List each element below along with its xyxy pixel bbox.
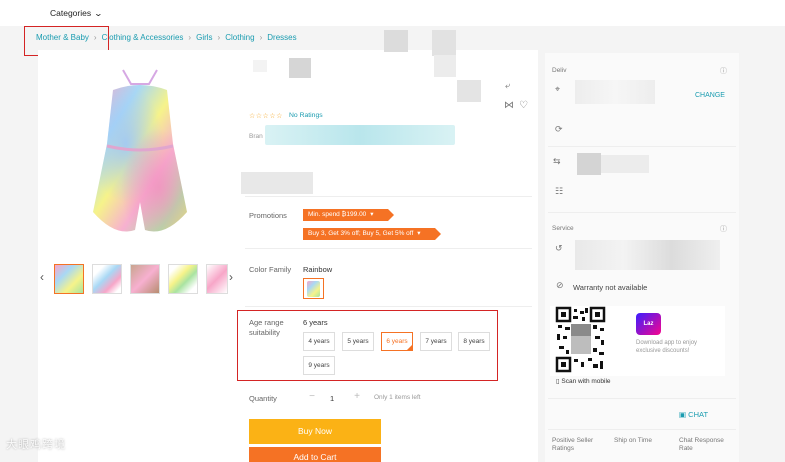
voucher-icon: ☷ [555, 186, 564, 196]
chat-label: CHAT [688, 410, 709, 419]
quantity-label: Quantity [249, 394, 277, 403]
lazada-app-icon: Laz [636, 313, 661, 335]
stock-note: Only 1 items left [374, 394, 421, 401]
blurred-brand [265, 125, 455, 145]
change-address-link[interactable]: CHANGE [695, 92, 725, 99]
swatch-image [307, 281, 320, 297]
divider [245, 248, 532, 249]
seller-metric-chat-response: Chat Response Rate [679, 437, 724, 453]
blurred-block [457, 80, 481, 102]
add-to-cart-button[interactable]: Add to Cart [249, 447, 381, 462]
chevron-right-icon: › [259, 33, 263, 43]
seller-metric-label: Ratings [552, 445, 575, 452]
no-ratings-link[interactable]: No Ratings [289, 112, 323, 119]
chat-button[interactable]: ▣ CHAT [679, 410, 708, 419]
scan-text-label: Scan with mobile [561, 378, 611, 385]
divider [245, 196, 532, 197]
breadcrumb-item-girls[interactable]: Girls [196, 33, 212, 42]
chat-icon: ▣ [679, 410, 689, 419]
divider [548, 146, 736, 147]
brand-label: Bran [249, 133, 263, 140]
color-value: Rainbow [303, 265, 333, 274]
color-family-label: Color Family [249, 265, 292, 274]
thumbnail-4[interactable] [168, 264, 198, 294]
thumbnail-strip: ‹ › [38, 262, 238, 296]
chevron-down-icon: ▾ [417, 230, 421, 237]
scan-with-mobile-text: ▯ Scan with mobile [556, 377, 611, 385]
blurred-block [289, 58, 311, 78]
product-main-image[interactable] [45, 62, 235, 252]
categories-label: Categories [50, 8, 92, 18]
location-pin-icon: ⌖ [555, 84, 561, 94]
promo-tag-bundle[interactable]: Buy 3, Get 3% off; Buy 5, Get 5% off ▾ [303, 228, 441, 240]
thumbnail-2[interactable] [92, 264, 122, 294]
quantity-minus-button[interactable]: − [305, 390, 319, 404]
blurred-block [577, 153, 601, 175]
top-bar: Categories ⌄ [0, 0, 785, 26]
cash-on-delivery-icon: ⇆ [553, 156, 561, 166]
chevron-down-icon: ▾ [370, 211, 374, 218]
divider [548, 398, 736, 399]
seller-metric-label: Positive Seller [552, 437, 594, 444]
warranty-off-icon: ⊘ [556, 280, 564, 290]
seller-metric-label: Rate [679, 445, 693, 452]
delivery-option-icon: ⟳ [555, 124, 563, 134]
blurred-block [253, 60, 267, 72]
breadcrumb-item-clothing[interactable]: Clothing [225, 33, 254, 42]
seller-metric-ship-on-time: Ship on Time [614, 437, 652, 445]
chevron-right-icon: › [188, 33, 192, 43]
blurred-price [241, 172, 313, 194]
seller-metric-label: Ship on Time [614, 437, 652, 444]
thumbnail-1[interactable] [54, 264, 84, 294]
download-app-text: Download app to enjoy exclusive discount… [636, 340, 698, 354]
blurred-block [432, 30, 456, 56]
breadcrumb-item-dresses[interactable]: Dresses [267, 33, 296, 42]
seller-metric-label: Chat Response [679, 437, 724, 444]
rating-stars: ☆☆☆☆☆ [249, 113, 283, 120]
quantity-plus-button[interactable]: + [350, 390, 364, 404]
chevron-right-icon[interactable]: › [229, 270, 233, 284]
qr-code[interactable] [555, 306, 606, 374]
promo-tag-text: Buy 3, Get 3% off; Buy 5, Get 5% off [308, 230, 414, 237]
seller-metric-positive-ratings: Positive Seller Ratings [552, 437, 593, 453]
info-icon[interactable]: ⓘ [720, 224, 727, 234]
divider [548, 429, 736, 430]
thumbnail-3[interactable] [130, 264, 160, 294]
info-icon[interactable]: ⓘ [720, 66, 727, 76]
chevron-down-icon: ⌄ [93, 9, 104, 18]
chevron-right-icon: › [217, 33, 221, 43]
warranty-text: Warranty not available [573, 283, 648, 292]
divider [548, 212, 736, 213]
highlight-box-age-range [237, 310, 498, 381]
delivery-label: Deliv [552, 67, 567, 74]
divider [245, 306, 532, 307]
quantity-value[interactable]: 1 [330, 394, 334, 403]
promo-tag-text: Min. spend ₿199.00 [308, 211, 367, 218]
blurred-address [575, 80, 655, 104]
categories-menu[interactable]: Categories ⌄ [50, 8, 104, 18]
feedback-icon[interactable]: ⤶ [505, 80, 510, 91]
buy-now-button[interactable]: Buy Now [249, 419, 381, 444]
service-label: Service [552, 225, 574, 232]
blurred-block [434, 55, 456, 77]
return-policy-icon: ↺ [555, 243, 563, 253]
blurred-block [384, 30, 408, 52]
watermark: 大眼鸡跨境 [6, 439, 66, 451]
blurred-service [575, 240, 720, 270]
breadcrumb-item-clothing-accessories[interactable]: Clothing & Accessories [102, 33, 184, 42]
thumbnail-5[interactable] [206, 264, 228, 294]
promo-tag-min-spend[interactable]: Min. spend ₿199.00 ▾ [303, 209, 394, 221]
promotions-label: Promotions [249, 211, 287, 220]
share-icon[interactable]: ⋈ [504, 100, 514, 111]
chevron-left-icon[interactable]: ‹ [40, 270, 44, 284]
heart-icon[interactable]: ♡ [519, 100, 528, 111]
blurred-block [601, 155, 649, 173]
color-swatch-rainbow[interactable] [303, 278, 324, 299]
